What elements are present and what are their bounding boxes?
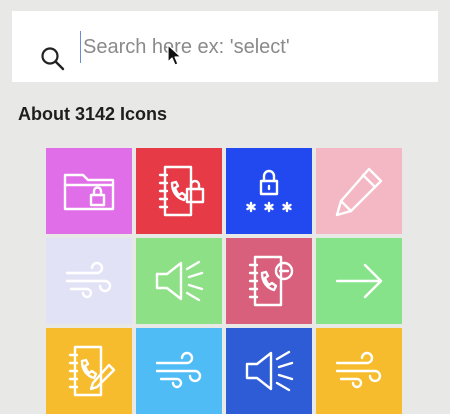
icon-grid: [46, 148, 402, 414]
icon-tile[interactable]: [316, 238, 402, 324]
wind-icon: [335, 351, 382, 389]
icon-tile[interactable]: [226, 328, 312, 414]
contact-book-lock-icon: [158, 165, 205, 217]
wind-icon: [155, 351, 202, 389]
icon-tile[interactable]: [226, 238, 312, 324]
search-bar[interactable]: [12, 11, 438, 82]
icon-tile[interactable]: [136, 148, 222, 234]
icon-tile[interactable]: [316, 148, 402, 234]
arrow-right-icon: [335, 263, 383, 299]
pencil-icon: [335, 167, 383, 217]
password-lock-icon: [246, 169, 292, 213]
speaker-volume-icon: [245, 350, 294, 392]
contact-book-edit-icon: [68, 345, 116, 397]
icon-tile[interactable]: [46, 238, 132, 324]
search-input[interactable]: [80, 31, 423, 63]
icon-tile[interactable]: [226, 148, 312, 234]
folder-lock-icon: [63, 173, 115, 211]
icon-tile[interactable]: [316, 328, 402, 414]
contact-book-remove-icon: [248, 255, 294, 307]
icon-tile[interactable]: [136, 328, 222, 414]
icon-tile[interactable]: [46, 148, 132, 234]
icon-tile[interactable]: [46, 328, 132, 414]
wind-icon: [65, 261, 112, 299]
icon-tile[interactable]: [136, 238, 222, 324]
results-count: About 3142 Icons: [18, 104, 168, 124]
speaker-volume-icon: [155, 260, 204, 302]
search-icon[interactable]: [39, 45, 67, 73]
